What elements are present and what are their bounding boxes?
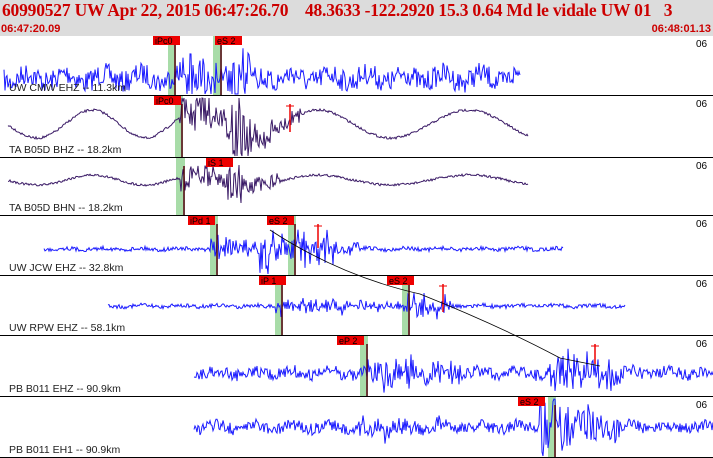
trace-panel[interactable]: iS 1 TA B05D BHN -- 18.2km 06 — [0, 158, 713, 216]
phase-pick-label: iS 1 — [208, 158, 224, 168]
event-header: 60990527 UW Apr 22, 2015 06:47:26.70 48.… — [0, 0, 713, 36]
phase-pick-label: eS 2 — [389, 276, 408, 286]
station-label: TA B05D BHZ -- 18.2km — [9, 144, 122, 156]
window-start-time: 06:47:20.09 — [1, 23, 61, 35]
time-tick-label: 06 — [696, 339, 708, 350]
phase-pick-label: iPc0 — [156, 96, 174, 106]
station-label: PB B011 EHZ -- 90.9km — [9, 383, 121, 395]
station-label: PB B011 EH1 -- 90.9km — [9, 444, 121, 456]
time-tick-label: 06 — [696, 161, 708, 172]
station-label: UW CMW EHZ -- 11.3km — [9, 82, 126, 94]
phase-pick-label: eS 2 — [520, 397, 539, 407]
trace-panel[interactable]: iPd 1 eS 2 UW JCW EHZ -- 32.8km 06 — [0, 216, 713, 276]
trace-panel[interactable]: iP 1 eS 2 UW RPW EHZ -- 58.1km 06 — [0, 276, 713, 336]
phase-pick-label: eS 2 — [217, 36, 236, 46]
event-title: 60990527 UW Apr 22, 2015 06:47:26.70 48.… — [2, 0, 673, 20]
time-tick-label: 06 — [696, 99, 708, 110]
phase-pick-label: eS 2 — [269, 216, 288, 226]
trace-panel[interactable]: iPc0 eS 2 UW CMW EHZ -- 11.3km 06 — [0, 36, 713, 96]
station-label: UW JCW EHZ -- 32.8km — [9, 262, 124, 274]
seismic-trace — [193, 398, 713, 457]
station-label: UW RPW EHZ -- 58.1km — [9, 322, 125, 334]
phase-pick-label: iPd 1 — [190, 216, 211, 226]
time-tick-label: 06 — [696, 279, 708, 290]
station-label: TA B05D BHN -- 18.2km — [9, 202, 123, 214]
trace-panel[interactable]: eS 2 PB B011 EH1 -- 90.9km 06 — [0, 397, 713, 458]
time-tick-label: 06 — [696, 39, 708, 50]
phase-pick-label: iP 1 — [261, 276, 276, 286]
seismic-trace — [107, 292, 626, 320]
time-tick-label: 06 — [696, 219, 708, 230]
phase-pick-label: eP 2 — [339, 336, 357, 346]
seismic-trace — [193, 348, 713, 393]
window-end-time: 06:48:01.13 — [651, 23, 711, 35]
time-tick-label: 06 — [696, 400, 708, 411]
trace-panel[interactable]: eP 2 PB B011 EHZ -- 90.9km 06 — [0, 336, 713, 397]
phase-pick-label: iPc0 — [155, 36, 173, 46]
seismogram-panels[interactable]: iPc0 eS 2 UW CMW EHZ -- 11.3km 06 iPc0 TA B05… — [0, 36, 713, 458]
trace-panel[interactable]: iPc0 TA B05D BHZ -- 18.2km 06 — [0, 96, 713, 158]
seismic-trace — [7, 164, 529, 204]
